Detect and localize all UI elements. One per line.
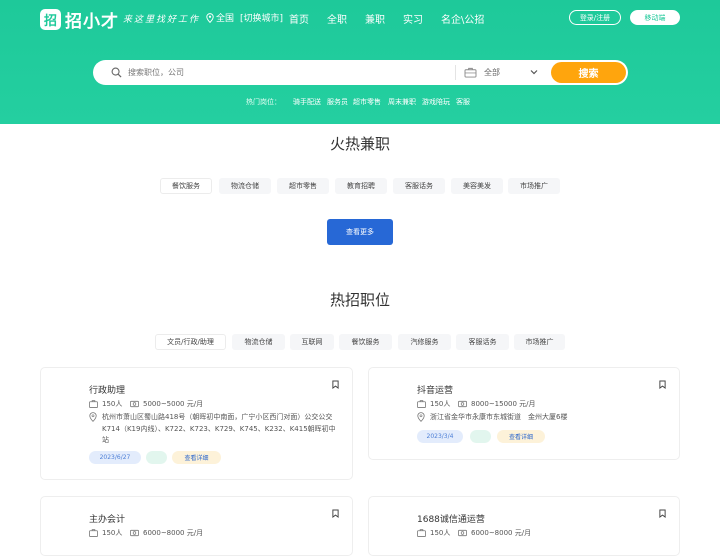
parttime-tag-beauty[interactable]: 美容美发 <box>451 178 503 194</box>
search-button[interactable]: 搜索 <box>551 62 626 83</box>
view-more-button[interactable]: 查看更多 <box>327 219 393 245</box>
money-icon <box>458 529 467 537</box>
logo-text: 招小才 <box>65 12 119 32</box>
job-card[interactable]: 行政助理 150人 5000~5000 元/月 杭州市萧山区蜀山路418号（朝晖… <box>40 367 353 480</box>
hot-link-supermarket[interactable]: 超市零售 <box>353 97 381 107</box>
chevron-down-icon[interactable] <box>530 68 538 76</box>
headcount-value: 150人 <box>102 400 123 408</box>
salary: 5000~5000 元/月 <box>130 399 203 409</box>
hot-link-service[interactable]: 客服 <box>456 97 470 107</box>
salary-value: 8000~15000 元/月 <box>471 400 536 408</box>
location-pin-icon <box>206 12 214 23</box>
briefcase-icon <box>417 529 426 537</box>
briefcase-icon <box>464 67 477 78</box>
hotjobs-tag-logistics[interactable]: 物流仓储 <box>232 334 285 350</box>
current-city: 全国 <box>216 14 235 24</box>
hotjobs-tag-marketing[interactable]: 市场推广 <box>514 334 565 350</box>
headcount: 150人 <box>89 528 122 538</box>
switch-city-link[interactable]: [切换城市] <box>240 11 283 24</box>
money-icon <box>130 529 139 537</box>
nav-internship[interactable]: 实习 <box>403 11 423 26</box>
parttime-tag-marketing[interactable]: 市场推广 <box>508 178 560 194</box>
slogan: 来这里找好工作 <box>123 15 201 25</box>
top-navbar: 招 招小才 来这里找好工作 全国 [切换城市] 首页 全职 兼职 实习 名企\公… <box>0 0 720 36</box>
search-divider <box>455 65 456 80</box>
view-detail-button[interactable]: 查看详细 <box>497 430 545 443</box>
job-title[interactable]: 主办会计 <box>89 512 125 525</box>
hot-link-waiter[interactable]: 服务员 <box>327 97 348 107</box>
parttime-tag-retail[interactable]: 超市零售 <box>277 178 329 194</box>
job-title[interactable]: 行政助理 <box>89 383 125 396</box>
parttime-tag-catering[interactable]: 餐饮服务 <box>160 178 212 194</box>
hotjobs-tag-auto-repair[interactable]: 汽修服务 <box>398 334 451 350</box>
job-address: 杭州市萧山区蜀山路418号（朝晖初中南面，广宁小区西门对面）公交公交K714（K… <box>102 413 336 444</box>
hot-positions-label: 热门岗位： <box>246 98 281 106</box>
nav-fulltime[interactable]: 全职 <box>327 11 347 26</box>
bookmark-icon[interactable] <box>659 380 666 389</box>
salary: 6000~8000 元/月 <box>130 528 203 538</box>
hot-link-rider[interactable]: 骑手配送 <box>293 97 321 107</box>
job-title[interactable]: 抖音运营 <box>417 383 453 396</box>
logo-icon: 招 <box>40 9 61 30</box>
briefcase-icon <box>417 400 426 408</box>
salary: 8000~15000 元/月 <box>458 399 536 409</box>
headcount-value: 150人 <box>102 529 123 537</box>
hot-link-weekend[interactable]: 周末兼职 <box>388 97 416 107</box>
job-card[interactable]: 1688诚信通运营 150人 6000~8000 元/月 <box>368 496 680 556</box>
job-address: 浙江省金华市永康市东城街道 金州大厦6楼 <box>430 413 568 421</box>
headcount: 150人 <box>417 528 450 538</box>
salary: 6000~8000 元/月 <box>458 528 531 538</box>
headcount-value: 150人 <box>430 529 451 537</box>
category-select[interactable]: 全部 <box>484 67 500 78</box>
money-icon <box>130 400 139 408</box>
headcount-value: 150人 <box>430 400 451 408</box>
salary-value: 6000~8000 元/月 <box>143 529 204 537</box>
view-detail-button[interactable]: 查看详细 <box>172 451 221 464</box>
job-title[interactable]: 1688诚信通运营 <box>417 512 485 525</box>
parttime-tag-customer-service[interactable]: 客服话务 <box>393 178 445 194</box>
post-date: 2023/6/27 <box>89 451 141 464</box>
hotjobs-tag-internet[interactable]: 互联网 <box>290 334 334 350</box>
nav-enterprise[interactable]: 名企\公招 <box>441 11 484 26</box>
nav-parttime[interactable]: 兼职 <box>365 11 385 26</box>
post-date: 2023/3/4 <box>417 430 463 443</box>
bookmark-icon[interactable] <box>332 509 339 518</box>
nav-home[interactable]: 首页 <box>289 11 309 26</box>
hot-link-gaming[interactable]: 游戏陪玩 <box>422 97 450 107</box>
briefcase-icon <box>89 400 98 408</box>
salary-value: 6000~8000 元/月 <box>471 529 532 537</box>
location-pin-icon <box>89 412 97 422</box>
briefcase-icon <box>89 529 98 537</box>
job-tag-badge <box>146 451 167 464</box>
hotjobs-section-title: 热招职位 <box>329 291 390 309</box>
bookmark-icon[interactable] <box>332 380 339 389</box>
city-selector[interactable]: 全国 [切换城市] <box>206 11 283 24</box>
parttime-tag-logistics[interactable]: 物流仓储 <box>219 178 271 194</box>
location-pin-icon <box>417 412 425 422</box>
headcount: 150人 <box>417 399 450 409</box>
hotjobs-tag-customer-service[interactable]: 客服话务 <box>456 334 509 350</box>
job-card[interactable]: 抖音运营 150人 8000~15000 元/月 浙江省金华市永康市东城街道 金… <box>368 367 680 460</box>
job-card[interactable]: 主办会计 150人 6000~8000 元/月 <box>40 496 353 556</box>
search-icon <box>111 67 122 78</box>
salary-value: 5000~5000 元/月 <box>143 400 204 408</box>
search-input[interactable] <box>128 64 448 81</box>
headcount: 150人 <box>89 399 122 409</box>
job-tag-badge <box>470 430 491 443</box>
hotjobs-tag-clerical[interactable]: 文员/行政/助理 <box>155 334 226 350</box>
hotjobs-tag-catering[interactable]: 餐饮服务 <box>339 334 392 350</box>
login-register-button[interactable]: 登录/注册 <box>569 10 621 25</box>
parttime-section-title: 火热兼职 <box>329 135 390 153</box>
site-logo[interactable]: 招 招小才 <box>40 7 119 32</box>
parttime-tag-education[interactable]: 教育招聘 <box>335 178 387 194</box>
mobile-button[interactable]: 移动端 <box>630 10 680 25</box>
bookmark-icon[interactable] <box>659 509 666 518</box>
money-icon <box>458 400 467 408</box>
